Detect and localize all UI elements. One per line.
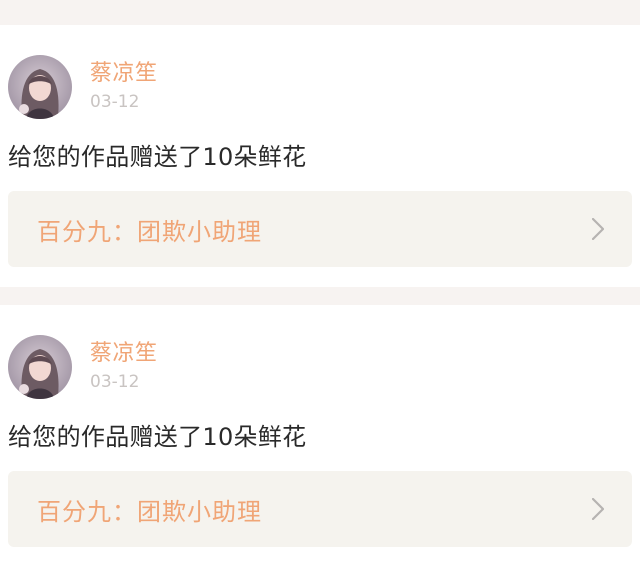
user-avatar[interactable]: [8, 55, 72, 119]
notification-header: 蔡凉笙 03-12: [8, 334, 158, 400]
notification-header: 蔡凉笙 03-12: [8, 54, 158, 120]
chevron-right-icon: [592, 498, 604, 520]
card-divider: [0, 287, 640, 305]
avatar-image: [8, 55, 72, 119]
notification-card: 蔡凉笙 03-12 给您的作品赠送了10朵鲜花 百分九：团欺小助理: [0, 305, 640, 567]
chevron-right-icon: [592, 218, 604, 240]
user-meta: 蔡凉笙 03-12: [90, 60, 158, 114]
user-meta: 蔡凉笙 03-12: [90, 340, 158, 394]
timestamp: 03-12: [90, 372, 140, 392]
work-link[interactable]: 百分九：团欺小助理: [8, 471, 632, 547]
gift-message: 给您的作品赠送了10朵鲜花: [8, 143, 307, 171]
user-avatar[interactable]: [8, 335, 72, 399]
gift-message: 给您的作品赠送了10朵鲜花: [8, 423, 307, 451]
avatar-image: [8, 335, 72, 399]
work-link[interactable]: 百分九：团欺小助理: [8, 191, 632, 267]
timestamp: 03-12: [90, 92, 140, 112]
work-title: 百分九：团欺小助理: [37, 217, 262, 246]
gift-notification-feed: 蔡凉笙 03-12 给您的作品赠送了10朵鲜花 百分九：团欺小助理 蔡凉笙 03…: [0, 0, 640, 567]
work-title: 百分九：团欺小助理: [37, 497, 262, 526]
notification-card: 蔡凉笙 03-12 给您的作品赠送了10朵鲜花 百分九：团欺小助理: [0, 25, 640, 287]
username[interactable]: 蔡凉笙: [90, 340, 158, 368]
top-divider: [0, 0, 640, 25]
username[interactable]: 蔡凉笙: [90, 60, 158, 88]
